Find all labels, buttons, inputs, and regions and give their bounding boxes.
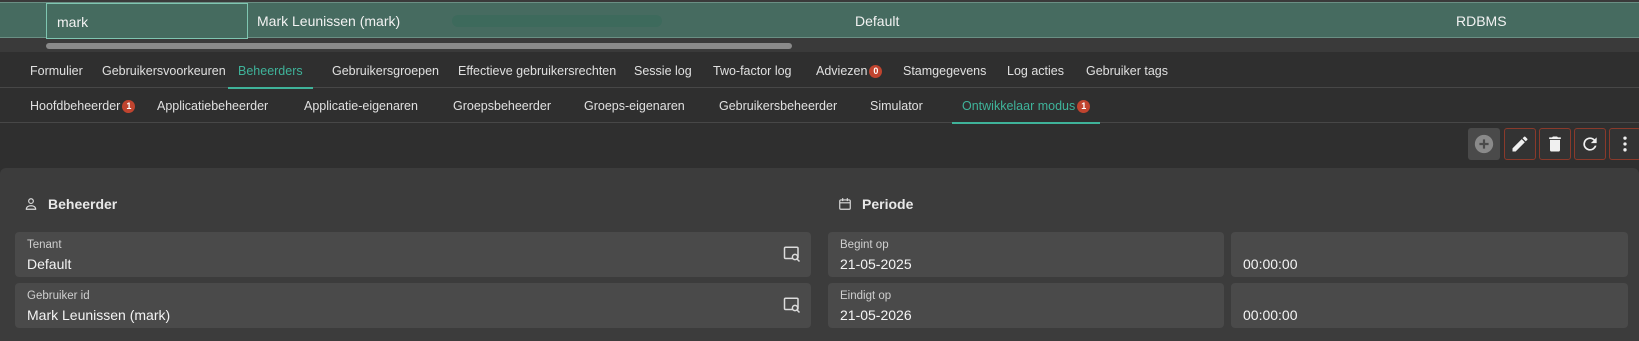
adviezen-count-badge: 0: [869, 65, 883, 78]
tab-sessie-log[interactable]: Sessie log: [634, 54, 692, 88]
tab-ontwikkelaar-modus[interactable]: Ontwikkelaar modus 1: [951, 89, 1101, 124]
end-time-value[interactable]: 00:00:00: [1243, 307, 1298, 323]
grid-cell-fullname[interactable]: Mark Leunissen (mark): [257, 3, 437, 39]
horizontal-scrollbar-thumb[interactable]: [46, 43, 792, 49]
tenant-label: Tenant: [27, 239, 62, 251]
tab-applicatiebeheerder[interactable]: Applicatiebeheerder: [157, 89, 268, 123]
ontwikkelaar-count-badge: 1: [1077, 100, 1091, 113]
tab-simulator[interactable]: Simulator: [870, 89, 923, 123]
grid-cell-tenant[interactable]: Default: [855, 3, 899, 39]
plus-circle-icon: [1474, 134, 1494, 154]
end-date-label: Eindigt op: [840, 290, 892, 302]
calendar-icon: [839, 198, 851, 210]
section-periode-label: Periode: [862, 196, 914, 212]
grid-cell-username[interactable]: mark: [46, 3, 248, 39]
tab-gebruikersbeheerder[interactable]: Gebruikersbeheerder: [719, 89, 837, 123]
tab-two-factor-log[interactable]: Two-factor log: [713, 54, 792, 88]
user-id-value[interactable]: Mark Leunissen (mark): [27, 307, 170, 323]
tab-gebruikersvoorkeuren[interactable]: Gebruikersvoorkeuren: [102, 54, 226, 88]
start-date-label: Begint op: [840, 239, 889, 251]
person-icon: [25, 198, 37, 210]
start-date-value[interactable]: 21-05-2025: [840, 256, 912, 272]
tab-effectieve-gebruikersrechten[interactable]: Effectieve gebruikersrechten: [458, 54, 616, 88]
sub-tabbar: Hoofdbeheerder 1 Applicatiebeheerder Appl…: [0, 89, 1639, 124]
user-id-field[interactable]: Gebruiker id Mark Leunissen (mark): [15, 283, 811, 328]
tab-beheerders[interactable]: Beheerders: [228, 54, 313, 89]
refresh-icon: [1583, 137, 1597, 151]
tab-applicatie-eigenaren[interactable]: Applicatie-eigenaren: [304, 89, 418, 123]
tab-formulier[interactable]: Formulier: [30, 54, 83, 88]
trash-icon: [1549, 136, 1561, 152]
pencil-icon: [1512, 136, 1528, 152]
section-beheerder-label: Beheerder: [48, 196, 118, 212]
refresh-button[interactable]: [1574, 128, 1606, 160]
delete-button[interactable]: [1539, 128, 1571, 160]
edit-button[interactable]: [1504, 128, 1536, 160]
tenant-value[interactable]: Default: [27, 256, 71, 272]
grid-cell-redacted-bar: [452, 15, 662, 27]
main-tabbar: Formulier Gebruikersvoorkeuren Beheerder…: [0, 54, 1639, 89]
tab-stamgegevens[interactable]: Stamgegevens: [903, 54, 986, 88]
more-vertical-icon: [1623, 136, 1627, 152]
tenant-field[interactable]: Tenant Default: [15, 232, 811, 277]
start-date-field[interactable]: Begint op 21-05-2025: [828, 232, 1224, 277]
grid-cell-auth[interactable]: RDBMS: [1456, 3, 1507, 39]
section-periode-title: Periode: [838, 196, 913, 212]
hoofdbeheerder-count-badge: 1: [122, 100, 136, 113]
start-time-field[interactable]: 00:00:00: [1231, 232, 1628, 277]
tab-hoofdbeheerder[interactable]: Hoofdbeheerder 1: [30, 89, 136, 123]
user-id-label: Gebruiker id: [27, 290, 90, 302]
add-button[interactable]: [1468, 128, 1500, 160]
tab-adviezen[interactable]: Adviezen 0: [816, 54, 883, 88]
search-window-icon[interactable]: [783, 296, 801, 319]
end-date-field[interactable]: Eindigt op 21-05-2026: [828, 283, 1224, 328]
tab-groeps-eigenaren[interactable]: Groeps-eigenaren: [584, 89, 685, 123]
start-time-value[interactable]: 00:00:00: [1243, 256, 1298, 272]
more-options-button[interactable]: [1609, 128, 1639, 160]
section-beheerder-title: Beheerder: [24, 196, 117, 212]
tab-gebruiker-tags[interactable]: Gebruiker tags: [1086, 54, 1168, 88]
tab-groepsbeheerder[interactable]: Groepsbeheerder: [453, 89, 551, 123]
end-time-field[interactable]: 00:00:00: [1231, 283, 1628, 328]
tab-log-acties[interactable]: Log acties: [1007, 54, 1064, 88]
end-date-value[interactable]: 21-05-2026: [840, 307, 912, 323]
users-grid: mark Mark Leunissen (mark) Default RDBMS: [0, 0, 1639, 52]
tab-gebruikersgroepen[interactable]: Gebruikersgroepen: [332, 54, 439, 88]
selected-grid-row[interactable]: mark Mark Leunissen (mark) Default RDBMS: [0, 2, 1639, 39]
search-window-icon[interactable]: [783, 245, 801, 268]
